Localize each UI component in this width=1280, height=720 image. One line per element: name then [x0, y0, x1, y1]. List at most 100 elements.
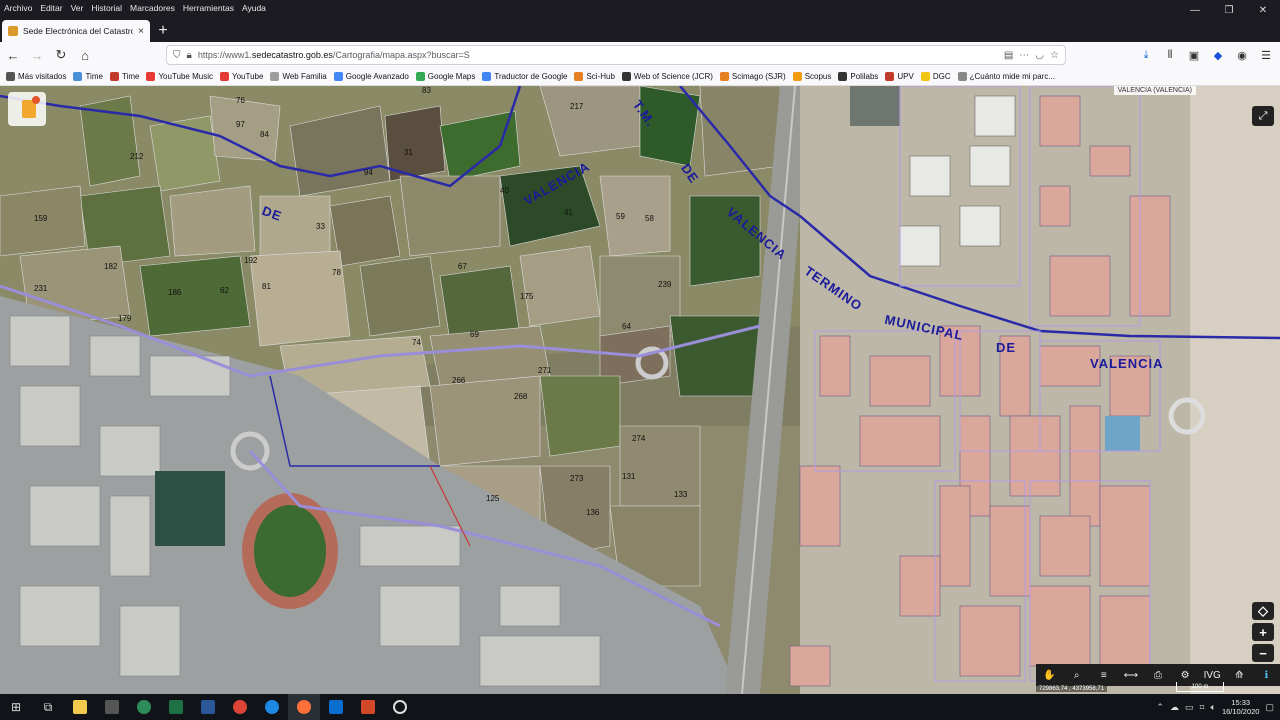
bookmark-item[interactable]: YouTube: [220, 72, 263, 81]
parcel-number[interactable]: 271: [538, 366, 551, 375]
bookmark-item[interactable]: Polilabs: [838, 72, 878, 81]
parcel-number[interactable]: 266: [452, 376, 465, 385]
parcel-number[interactable]: 192: [244, 256, 257, 265]
bookmark-item[interactable]: ¿Cuánto mide mi parc...: [957, 72, 1055, 81]
parcel-number[interactable]: 64: [622, 322, 631, 331]
parcel-number[interactable]: 231: [34, 284, 47, 293]
info-tool-icon[interactable]: ℹ: [1254, 670, 1278, 681]
bookmark-item[interactable]: DGC: [920, 72, 951, 81]
parcel-number[interactable]: 41: [564, 208, 573, 217]
zoom-in-button[interactable]: +: [1252, 623, 1274, 641]
battery-icon[interactable]: ▭: [1185, 702, 1194, 713]
parcel-number[interactable]: 159: [34, 214, 47, 223]
parcel-number[interactable]: 182: [104, 262, 117, 271]
parcel-number[interactable]: 212: [130, 152, 143, 161]
forward-button[interactable]: →: [26, 44, 48, 66]
app-globe-icon[interactable]: [128, 694, 160, 720]
pan-tool-icon[interactable]: ✋: [1038, 670, 1062, 681]
bookmark-item[interactable]: Web of Science (JCR): [621, 72, 713, 81]
notifications-icon[interactable]: ▢: [1265, 702, 1274, 713]
parcel-number[interactable]: 268: [514, 392, 527, 401]
bookmark-item[interactable]: YouTube Music: [146, 72, 213, 81]
parcel-number[interactable]: 69: [470, 330, 479, 339]
parcel-number[interactable]: 78: [332, 268, 341, 277]
parcel-number[interactable]: 125: [486, 494, 499, 503]
file-explorer-icon[interactable]: [64, 694, 96, 720]
locate-button[interactable]: ◇: [1252, 602, 1274, 620]
parcel-number[interactable]: 131: [622, 472, 635, 481]
parcel-number[interactable]: 33: [316, 222, 325, 231]
menu-archivo[interactable]: Archivo: [0, 0, 36, 16]
bookmark-item[interactable]: Web Familia: [270, 72, 327, 81]
new-tab-button[interactable]: +: [154, 22, 172, 40]
parcel-number[interactable]: 273: [570, 474, 583, 483]
parcel-number[interactable]: 58: [645, 214, 654, 223]
parcel-number[interactable]: 97: [236, 120, 245, 129]
menu-ayuda[interactable]: Ayuda: [238, 0, 270, 16]
parcel-number[interactable]: 133: [674, 490, 687, 499]
downloads-icon[interactable]: ⤓: [1136, 45, 1156, 65]
url-text[interactable]: https://www1.sedecatastro.gob.es/Cartogr…: [198, 50, 998, 60]
tray-arrow-icon[interactable]: ⌃: [1156, 702, 1164, 713]
extension-icon[interactable]: ◆: [1208, 45, 1228, 65]
taskbar-clock[interactable]: 15:33 16/10/2020: [1222, 698, 1260, 716]
back-button[interactable]: ←: [2, 44, 24, 66]
catastro-logo-icon[interactable]: [8, 92, 46, 126]
network-icon[interactable]: ⌗: [1199, 702, 1204, 713]
parcel-number[interactable]: 74: [412, 338, 421, 347]
parcel-number[interactable]: 217: [570, 102, 583, 111]
library-icon[interactable]: ⫴: [1160, 45, 1180, 65]
menu-herramientas[interactable]: Herramientas: [179, 0, 238, 16]
parcel-number[interactable]: 136: [586, 508, 599, 517]
account-icon[interactable]: ◉: [1232, 45, 1252, 65]
parcel-number[interactable]: 186: [168, 288, 181, 297]
zoom-out-button[interactable]: −: [1252, 644, 1274, 662]
lock-icon[interactable]: 🔒︎: [187, 50, 192, 61]
bookmark-item[interactable]: Time: [73, 72, 103, 81]
sidebar-icon[interactable]: ▣: [1184, 45, 1204, 65]
tab-close-icon[interactable]: ×: [138, 26, 144, 37]
reader-view-icon[interactable]: ▤: [1004, 50, 1013, 61]
fullscreen-button[interactable]: ⤢: [1252, 106, 1274, 126]
address-bar[interactable]: ⛉ 🔒︎ https://www1.sedecatastro.gob.es/Ca…: [166, 45, 1066, 65]
print-tool-icon[interactable]: ⎙: [1146, 670, 1170, 681]
parcel-number[interactable]: 76: [236, 96, 245, 105]
firefox-icon[interactable]: [288, 694, 320, 720]
parcel-number[interactable]: 94: [364, 168, 373, 177]
page-actions-icon[interactable]: ⋯: [1019, 50, 1029, 61]
chrome-icon[interactable]: [224, 694, 256, 720]
menu-historial[interactable]: Historial: [87, 0, 126, 16]
menu-editar[interactable]: Editar: [36, 0, 66, 16]
bookmark-item[interactable]: Traductor de Google: [482, 72, 567, 81]
parcel-number[interactable]: 67: [458, 262, 467, 271]
excel-icon[interactable]: [160, 694, 192, 720]
outlook-icon[interactable]: [320, 694, 352, 720]
share-tool-icon[interactable]: ⟰: [1227, 670, 1251, 681]
ivg-tool-button[interactable]: IVG: [1200, 670, 1224, 681]
measure-tool-icon[interactable]: ⟷: [1119, 670, 1143, 681]
bookmark-item[interactable]: Google Maps: [415, 72, 475, 81]
volume-icon[interactable]: 🔈︎: [1211, 702, 1216, 713]
map-canvas[interactable]: [0, 86, 1280, 694]
app-circle-icon[interactable]: [384, 694, 416, 720]
parcel-number[interactable]: 274: [632, 434, 645, 443]
bookmark-item[interactable]: Scimago (SJR): [719, 72, 786, 81]
parcel-number[interactable]: 175: [520, 292, 533, 301]
bookmark-item[interactable]: Sci-Hub: [574, 72, 615, 81]
parcel-number[interactable]: 81: [262, 282, 271, 291]
hamburger-menu-icon[interactable]: ☰: [1256, 45, 1276, 65]
bookmark-item[interactable]: Google Avanzado: [333, 72, 409, 81]
parcel-number[interactable]: 239: [658, 280, 671, 289]
bookmark-item[interactable]: Más visitados: [6, 72, 66, 81]
tab-catastro[interactable]: Sede Electrónica del Catastro ×: [2, 20, 150, 42]
task-view-icon[interactable]: ⧉: [32, 694, 64, 720]
reload-button[interactable]: ↻: [50, 44, 72, 66]
parcel-number[interactable]: 40: [500, 186, 509, 195]
pocket-icon[interactable]: ◡: [1035, 50, 1044, 61]
parcel-number[interactable]: 179: [118, 314, 131, 323]
start-button-icon[interactable]: ⊞: [0, 694, 32, 720]
powerpoint-icon[interactable]: [352, 694, 384, 720]
bookmark-item[interactable]: UPV: [885, 72, 914, 81]
layers-tool-icon[interactable]: ≡: [1092, 670, 1116, 681]
shield-icon[interactable]: ⛉: [173, 50, 181, 61]
